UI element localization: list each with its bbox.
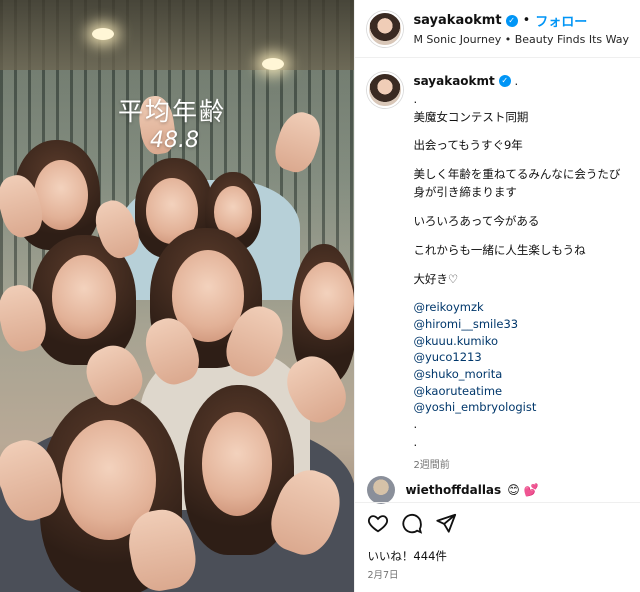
caption-avatar[interactable] (367, 72, 404, 108)
mention-link[interactable]: @yuco1213 (413, 349, 620, 366)
caption-line: これからも一緒に人生楽しもうね (413, 242, 586, 257)
comment-icon[interactable] (401, 512, 423, 534)
mention-link[interactable]: @kaoruteatime (413, 383, 620, 400)
face (202, 412, 272, 516)
caption-first-line: . (514, 74, 519, 88)
instagram-post: 平均年齢 48.8 sayakaokmt ✓ • フォロー M Sonic Jo… (0, 0, 640, 592)
caption-line: 大好き♡ (413, 271, 459, 286)
caption-line: . (413, 91, 418, 106)
heart-icon[interactable] (367, 512, 389, 534)
comment: wiethoffdallas 😊 💕 (367, 476, 538, 504)
post-photo[interactable]: 平均年齢 48.8 (0, 0, 355, 592)
caption-line: 美しく年齢を重ねてるみんなに会うたび 身が引き締まります (413, 167, 621, 200)
caption-line: いろいろあって今がある (413, 213, 540, 228)
divider (355, 502, 640, 503)
caption-time[interactable]: 2週間前 (413, 458, 620, 474)
verified-badge-icon: ✓ (498, 75, 511, 88)
caption-line: . (413, 417, 418, 432)
verified-badge-icon: ✓ (505, 14, 518, 27)
face (52, 255, 116, 339)
commenter-username[interactable]: wiethoffdallas (405, 483, 501, 497)
audio-track[interactable]: M Sonic Journey • Beauty Finds Its Way (413, 33, 629, 46)
mention-link[interactable]: @hiromi__smile33 (413, 316, 620, 333)
caption-username[interactable]: sayakaokmt ✓ (413, 72, 511, 91)
post-date[interactable]: 2月7日 (367, 567, 398, 581)
overlay-average-age: 48.8 (150, 128, 199, 153)
caption-line: 出会ってもうすぐ9年 (413, 138, 523, 153)
likes-count[interactable]: いいね！444件 (367, 548, 446, 564)
ceiling-light (262, 58, 284, 70)
share-icon[interactable] (435, 512, 457, 534)
separator: • (522, 13, 531, 28)
post-sidebar: sayakaokmt ✓ • フォロー M Sonic Journey • Be… (354, 0, 640, 592)
face (300, 262, 354, 340)
ceiling (0, 0, 355, 70)
avatar[interactable] (367, 10, 404, 47)
ceiling-light (92, 28, 114, 40)
action-bar (367, 512, 457, 534)
commenter-avatar[interactable] (367, 476, 396, 504)
author-username[interactable]: sayakaokmt (413, 13, 501, 28)
comment-text: 😊 💕 (507, 483, 539, 497)
post-header: sayakaokmt ✓ • フォロー M Sonic Journey • Be… (355, 0, 640, 58)
caption-line: . (413, 434, 418, 449)
overlay-title: 平均年齢 (118, 97, 227, 126)
mention-link[interactable]: @kuuu.kumiko (413, 333, 620, 350)
mention-link[interactable]: @shuko_morita (413, 366, 620, 383)
mention-link[interactable]: @reikoymzk (413, 299, 620, 316)
caption: sayakaokmt ✓ . . 美魔女コンテスト同期 出会ってもうすぐ9年 美… (355, 58, 640, 473)
caption-line: 美魔女コンテスト同期 (413, 109, 529, 124)
follow-button[interactable]: フォロー (535, 11, 587, 30)
mention-link[interactable]: @yoshi_embryologist (413, 399, 620, 416)
